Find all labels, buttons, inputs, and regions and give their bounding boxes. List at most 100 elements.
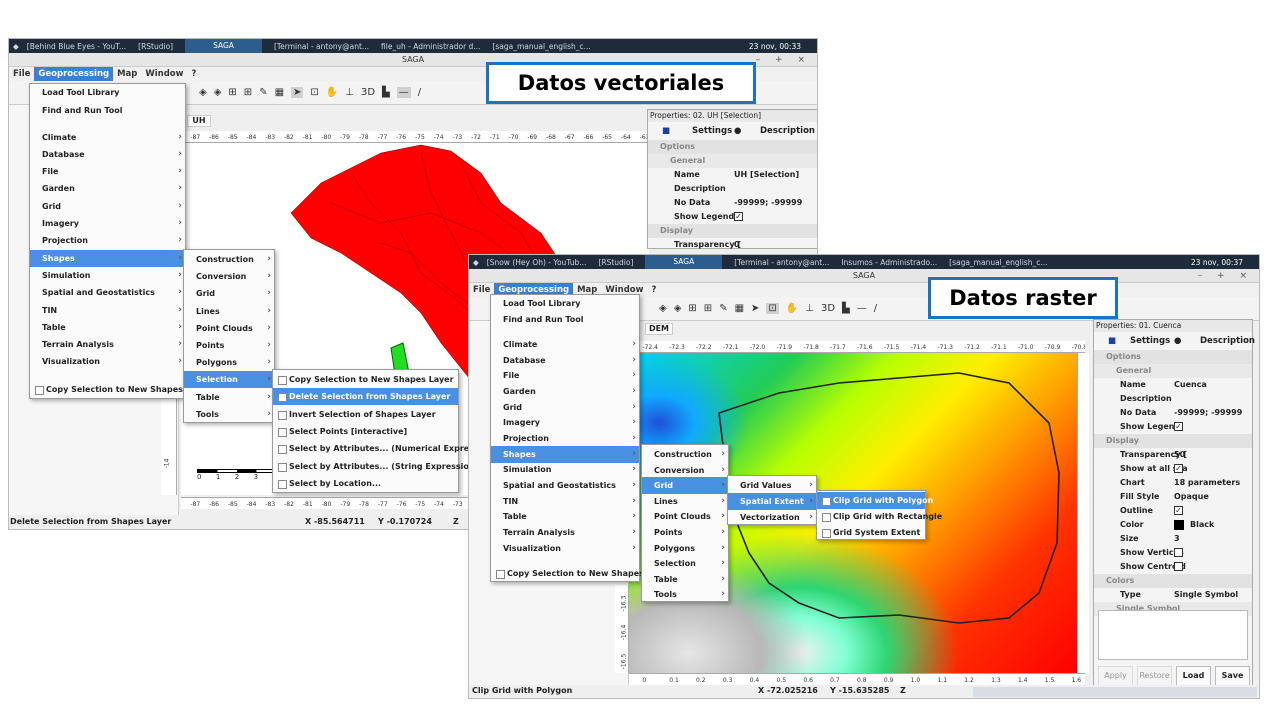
tab-settings[interactable]: Settings (692, 122, 732, 140)
property-row[interactable]: Name UH [Selection] (648, 168, 817, 182)
property-value[interactable]: -99999; -99999 (1174, 406, 1242, 420)
property-row[interactable]: Show Legend ✓ (1094, 420, 1252, 434)
zoom-in-icon[interactable]: ◈ (199, 87, 207, 98)
menu-help[interactable]: ? (647, 283, 660, 297)
menu-item[interactable]: Vectorization › (728, 509, 816, 526)
color-swatch[interactable] (1174, 520, 1184, 530)
menu-item[interactable]: Copy Selection to New Shapes Layer (491, 565, 672, 582)
menu-item[interactable]: Points › (642, 524, 728, 541)
menu-item[interactable]: Garden › (30, 180, 185, 197)
menu-item[interactable]: Lines › (184, 303, 274, 320)
menu-item[interactable]: Lines › (642, 493, 728, 510)
menu-item[interactable]: Imagery › (491, 414, 639, 431)
menu-item[interactable]: Grid › (642, 477, 728, 495)
property-value[interactable]: UH [Selection] (734, 168, 799, 182)
menu-item[interactable]: Garden › (491, 383, 639, 400)
menu-item[interactable]: Construction › (642, 446, 728, 463)
property-row[interactable]: Size 3 (1094, 532, 1252, 546)
measure-icon[interactable]: ⊥ (805, 303, 814, 314)
menu-window[interactable]: Window (141, 67, 187, 81)
menu-item[interactable]: Tools › (184, 406, 274, 423)
menu-item[interactable]: Polygons › (184, 354, 274, 371)
menu-item[interactable]: Load Tool Library (491, 295, 639, 312)
menu-item[interactable]: Simulation › (30, 267, 185, 284)
window-controls[interactable]: – + × (1198, 269, 1253, 283)
3d-icon[interactable]: 3D (821, 303, 835, 314)
checkbox[interactable]: ✓ (1174, 422, 1183, 431)
menu-item[interactable]: Table › (184, 389, 274, 406)
menu-item[interactable]: Spatial and Geostatistics › (30, 284, 185, 301)
property-row[interactable]: Show Legend ✓ (648, 210, 817, 224)
pointer-icon[interactable]: ➤ (751, 303, 759, 314)
property-value[interactable]: Cuenca (1174, 378, 1207, 392)
property-row[interactable]: Chart 18 parameters (1094, 476, 1252, 490)
property-row[interactable]: Outline ✓ (1094, 504, 1252, 518)
menu-item[interactable]: Simulation › (491, 461, 639, 478)
menu-item[interactable]: Climate › (30, 129, 185, 146)
load-button[interactable]: Load (1176, 666, 1211, 686)
menu-item[interactable]: Visualization › (491, 540, 639, 557)
restore-button[interactable]: Restore (1137, 666, 1172, 686)
menu-item[interactable]: Copy Selection to New Shapes Layer (30, 381, 211, 398)
zoom-out-icon[interactable]: ◈ (214, 87, 222, 98)
menu-item[interactable]: Select Points [interactive] (273, 423, 458, 440)
property-row[interactable]: Description (1094, 392, 1252, 406)
taskbar-item[interactable]: file_uh - Administrador d... (381, 42, 480, 51)
menu-item[interactable]: Table › (642, 571, 728, 588)
3d-icon[interactable]: 3D (361, 87, 375, 98)
taskbar-item[interactable]: [Terminal - antony@ant... (734, 258, 829, 267)
taskbar-item[interactable]: [Snow (Hey Oh) - YouTub... (487, 258, 587, 267)
window-controls[interactable]: – + × (756, 53, 811, 67)
taskbar-item-active[interactable]: SAGA (185, 39, 262, 53)
menu-item[interactable]: Grid › (30, 198, 185, 215)
menu-item[interactable]: Point Clouds › (184, 320, 274, 337)
menu-item[interactable]: TIN › (30, 302, 185, 319)
menu-item[interactable]: Copy Selection to New Shapes Layer (273, 371, 458, 388)
property-row[interactable]: Transparency [50 (1094, 448, 1252, 462)
measure-icon[interactable]: ⊥ (345, 87, 354, 98)
menu-item[interactable]: Selection › (184, 371, 274, 389)
pan-icon[interactable]: ✋ (786, 303, 798, 314)
settings-icon[interactable]: ■ (662, 122, 670, 140)
histogram-icon[interactable]: ▙ (842, 303, 850, 314)
menu-item[interactable]: Points › (184, 337, 274, 354)
property-row[interactable]: Transparency [0 (648, 238, 817, 252)
edit-icon[interactable]: ✎ (719, 303, 727, 314)
layer-icon[interactable]: ⊞ (704, 303, 712, 314)
property-row[interactable]: No Data -99999; -99999 (1094, 406, 1252, 420)
line-icon[interactable]: — (396, 87, 411, 98)
menu-item[interactable]: Spatial and Geostatistics › (491, 477, 639, 494)
grid-icon[interactable]: ▦ (735, 303, 744, 314)
settings-icon[interactable]: ■ (1108, 332, 1116, 350)
tab-settings[interactable]: Settings (1130, 332, 1170, 350)
property-value[interactable]: 0 (734, 238, 740, 252)
save-button[interactable]: Save (1215, 666, 1250, 686)
menu-item[interactable]: Find and Run Tool (30, 102, 185, 119)
property-row[interactable]: Description (648, 182, 817, 196)
menu-item[interactable]: Select by Attributes... (Numerical Expre… (273, 440, 496, 457)
menu-item[interactable]: Polygons › (642, 540, 728, 557)
menu-item[interactable]: Projection › (30, 232, 185, 249)
property-value[interactable]: -99999; -99999 (734, 196, 802, 210)
menu-item[interactable]: Invert Selection of Shapes Layer (273, 406, 458, 423)
zoom-box-icon[interactable]: ⊡ (766, 303, 779, 314)
menu-item[interactable]: Conversion › (184, 268, 274, 285)
property-row[interactable]: Type Single Symbol (1094, 588, 1252, 602)
taskbar-item[interactable]: [saga_manual_english_c... (949, 258, 1047, 267)
menu-item[interactable]: Grid › (184, 285, 274, 302)
edit-icon[interactable]: ✎ (259, 87, 267, 98)
menu-item[interactable]: Tools › (642, 586, 728, 603)
taskbar-item-active[interactable]: SAGA (645, 255, 723, 269)
menu-item[interactable]: Visualization › (30, 353, 185, 370)
start-icon[interactable]: ◆ (13, 42, 19, 51)
menu-item[interactable]: Terrain Analysis › (491, 524, 639, 541)
checkbox[interactable]: ✓ (734, 212, 743, 221)
menu-item[interactable]: Shapes › (30, 250, 185, 267)
menu-item[interactable]: Table › (30, 319, 185, 336)
menu-item[interactable]: Terrain Analysis › (30, 336, 185, 353)
menu-item[interactable]: Load Tool Library (30, 84, 185, 101)
map-document-tab[interactable]: DEM (645, 323, 673, 335)
property-row[interactable]: Show Centroid (1094, 560, 1252, 574)
zoom-box-icon[interactable]: ⊡ (310, 87, 318, 98)
menu-item[interactable]: Clip Grid with Rectangle (817, 508, 942, 525)
